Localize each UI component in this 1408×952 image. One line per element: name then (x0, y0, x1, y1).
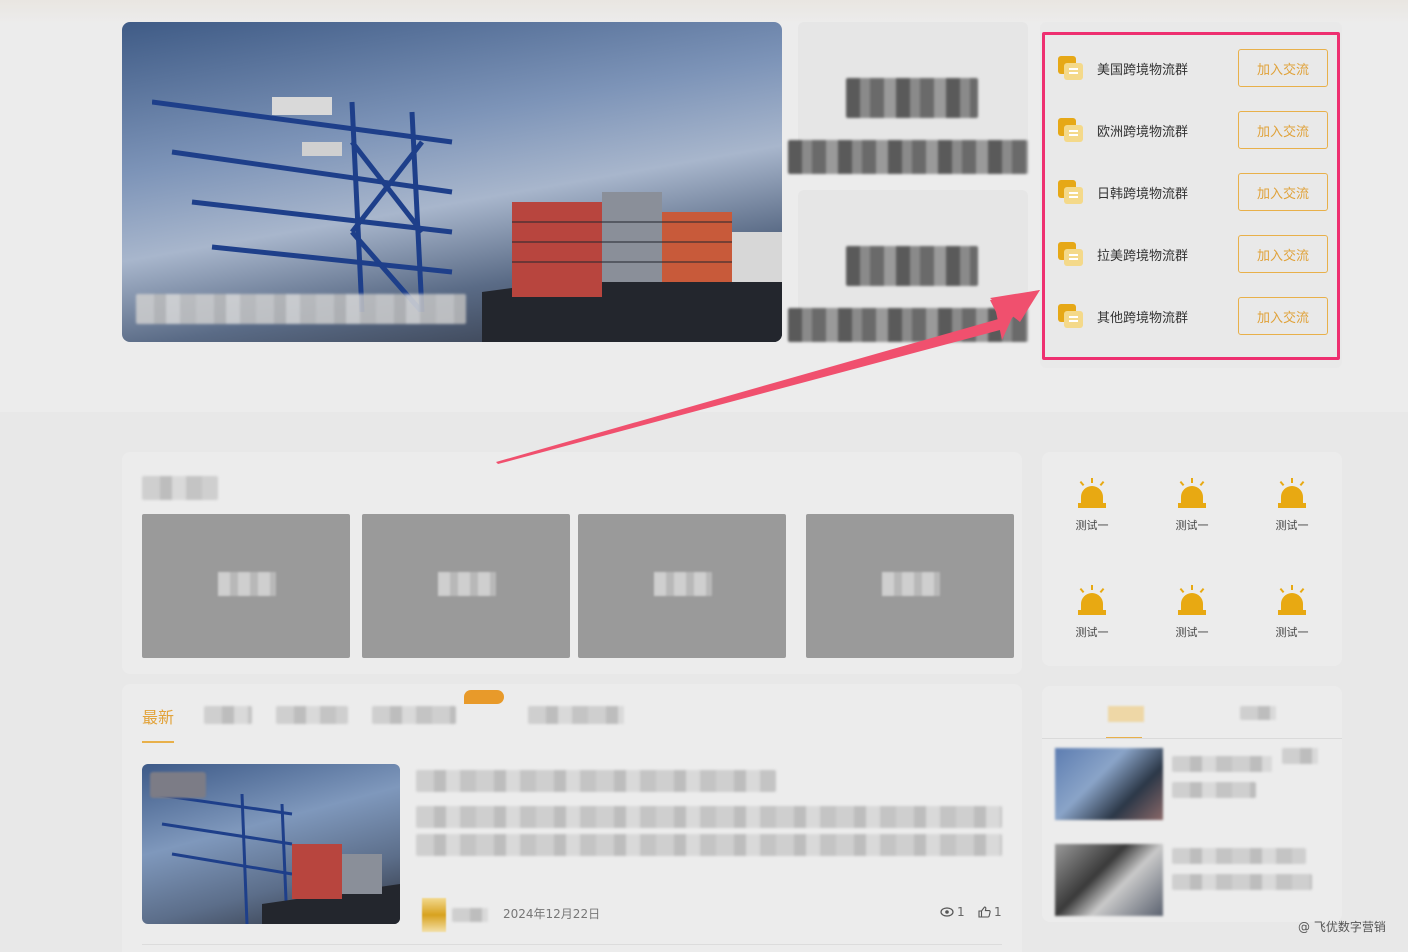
join-group-button[interactable]: 加入交流 (1238, 111, 1328, 149)
tab-blurred[interactable] (204, 706, 252, 724)
group-name: 日韩跨境物流群 (1097, 186, 1189, 202)
like-count-value: 1 (994, 905, 1002, 919)
recommended-item[interactable] (362, 514, 570, 658)
author-card-info-blurred (846, 246, 978, 286)
shortcut-item[interactable]: 测试一 (1062, 478, 1122, 533)
group-name: 其他跨境物流群 (1097, 310, 1189, 326)
alarm-light-icon (1277, 585, 1307, 617)
recommended-item[interactable] (578, 514, 786, 658)
side-item-meta-blurred (1172, 874, 1312, 890)
group-row-other: 其他跨境物流群 加入交流 (1056, 296, 1328, 336)
thumbs-up-icon (978, 906, 991, 918)
group-row-latam: 拉美跨境物流群 加入交流 (1056, 234, 1328, 274)
view-count: 1 (940, 905, 965, 919)
shortcut-item[interactable]: 测试一 (1162, 585, 1222, 640)
shortcut-label: 测试一 (1075, 519, 1109, 532)
article-feed-panel: 最新 2024年12月22日 1 1 (122, 684, 1022, 952)
group-row-us: 美国跨境物流群 加入交流 (1056, 48, 1328, 88)
side-item-meta-blurred (1282, 748, 1318, 764)
group-name: 拉美跨境物流群 (1097, 248, 1189, 264)
shortcut-label: 测试一 (1175, 626, 1209, 639)
eye-icon (940, 907, 954, 917)
chat-group-icon (1056, 302, 1084, 330)
chat-group-icon (1056, 54, 1084, 82)
chat-group-icon (1056, 178, 1084, 206)
hero-caption-blurred (136, 294, 466, 324)
crane-graphic (152, 97, 453, 312)
shortcut-item[interactable]: 测试一 (1262, 478, 1322, 533)
group-row-europe: 欧洲跨境物流群 加入交流 (1056, 110, 1328, 150)
shortcut-label: 测试一 (1175, 519, 1209, 532)
author-card-title-blurred (788, 308, 1028, 342)
article-date: 2024年12月22日 (503, 907, 601, 921)
author-name-blurred[interactable] (452, 908, 488, 922)
divider (142, 944, 1002, 945)
join-group-button[interactable]: 加入交流 (1238, 49, 1328, 87)
recommended-panel (122, 452, 1022, 674)
join-group-button[interactable]: 加入交流 (1238, 297, 1328, 335)
tab-latest[interactable]: 最新 (142, 704, 174, 728)
alarm-light-icon (1077, 585, 1107, 617)
article-thumbnail[interactable] (142, 764, 400, 924)
side-item-thumbnail[interactable] (1055, 748, 1163, 820)
side-list-panel (1042, 686, 1342, 922)
shortcut-label: 测试一 (1275, 519, 1309, 532)
alarm-light-icon (1177, 585, 1207, 617)
join-group-button[interactable]: 加入交流 (1238, 235, 1328, 273)
tab-blurred[interactable] (276, 706, 348, 724)
chat-group-icon (1056, 240, 1084, 268)
view-count-value: 1 (957, 905, 965, 919)
article-summary-blurred (416, 806, 1002, 828)
shortcut-item[interactable]: 测试一 (1062, 585, 1122, 640)
active-tab-indicator (142, 741, 174, 743)
group-name: 美国跨境物流群 (1097, 62, 1189, 78)
recommended-item-label-blurred (654, 572, 712, 596)
shortcut-label: 测试一 (1075, 626, 1109, 639)
side-tab-blurred[interactable] (1240, 706, 1276, 720)
recommended-title-blurred (142, 476, 218, 500)
group-name: 欧洲跨境物流群 (1097, 124, 1189, 140)
divider (1042, 738, 1342, 739)
shortcut-item[interactable]: 测试一 (1262, 585, 1322, 640)
author-avatar[interactable] (422, 898, 446, 932)
thumbnail-tag-blurred (150, 772, 206, 798)
shortcut-label: 测试一 (1275, 626, 1309, 639)
recommended-item[interactable] (806, 514, 1014, 658)
chat-group-icon (1056, 116, 1084, 144)
alarm-light-icon (1177, 478, 1207, 510)
alarm-light-icon (1277, 478, 1307, 510)
side-item-title-blurred[interactable] (1172, 848, 1306, 864)
author-card-title-blurred (788, 140, 1028, 174)
side-tab-blurred-active[interactable] (1108, 706, 1144, 722)
recommended-item[interactable] (142, 514, 350, 658)
author-card[interactable] (788, 22, 1028, 174)
join-group-button[interactable]: 加入交流 (1238, 173, 1328, 211)
hero-banner-image[interactable] (122, 22, 782, 342)
article-summary-blurred (416, 834, 1002, 856)
recommended-item-label-blurred (438, 572, 496, 596)
watermark-text: @ 飞优数字营销 (1298, 920, 1386, 934)
shortcut-panel: 测试一 测试一 测试一 测试一 测试一 测试一 (1042, 452, 1342, 666)
tab-blurred[interactable] (528, 706, 624, 724)
tab-blurred[interactable] (372, 706, 456, 724)
side-item-thumbnail[interactable] (1055, 844, 1163, 916)
side-item-title-blurred[interactable] (1172, 756, 1272, 772)
author-card-info-blurred (846, 78, 978, 118)
hot-badge (464, 690, 504, 704)
article-title-blurred[interactable] (416, 770, 776, 792)
recommended-item-label-blurred (882, 572, 940, 596)
author-card[interactable] (788, 190, 1028, 342)
recommended-item-label-blurred (218, 572, 276, 596)
side-item-meta-blurred (1172, 782, 1256, 798)
shortcut-item[interactable]: 测试一 (1162, 478, 1222, 533)
group-row-japan-korea: 日韩跨境物流群 加入交流 (1056, 172, 1328, 212)
like-count[interactable]: 1 (978, 905, 1002, 919)
container-ship-graphic (482, 192, 782, 342)
alarm-light-icon (1077, 478, 1107, 510)
